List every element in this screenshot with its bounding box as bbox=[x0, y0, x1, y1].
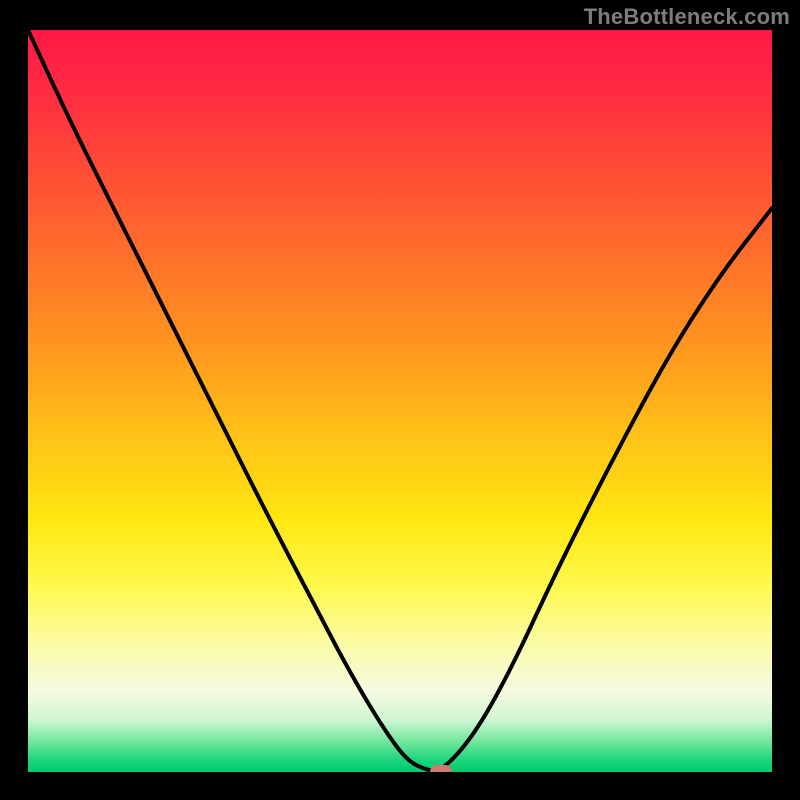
bottleneck-curve-path bbox=[28, 30, 772, 771]
chart-frame: TheBottleneck.com bbox=[0, 0, 800, 800]
plot-area bbox=[28, 30, 772, 772]
curve-svg bbox=[28, 30, 772, 772]
watermark-text: TheBottleneck.com bbox=[584, 4, 790, 30]
optimal-point-marker bbox=[430, 765, 452, 772]
